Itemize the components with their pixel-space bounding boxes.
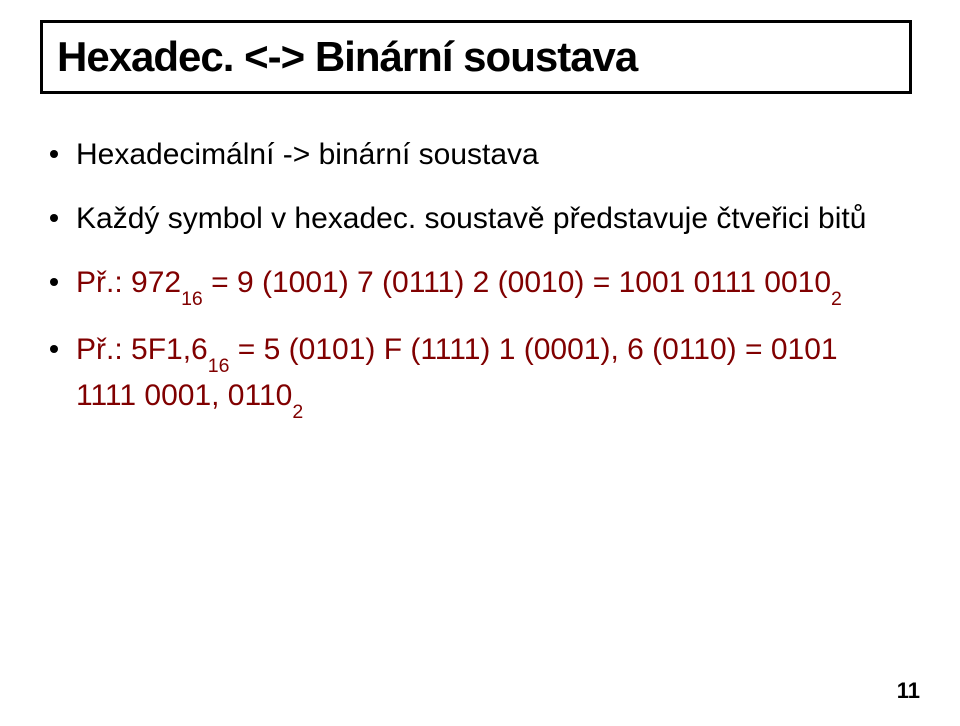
bullet-text: Každý symbol v hexadec. soustavě předsta… [76, 198, 900, 240]
subscript: 16 [181, 288, 203, 310]
example-expansion: = 9 (1001) 7 (0111) 2 (0010) = 1001 0111… [203, 266, 831, 299]
example-value: 5F1,6 [123, 333, 208, 366]
bullet-dot-icon [50, 214, 58, 222]
bullet-item: Př.: 97216 = 9 (1001) 7 (0111) 2 (0010) … [50, 262, 900, 307]
bullet-item: Př.: 5F1,616 = 5 (0101) F (1111) 1 (0001… [50, 329, 900, 420]
example-label: Př.: [76, 266, 123, 299]
example-value: 972 [123, 266, 181, 299]
slide-title: Hexadec. <-> Binární soustava [57, 33, 895, 81]
slide-content: Hexadecimální -> binární soustava Každý … [40, 134, 920, 420]
bullet-dot-icon [50, 150, 58, 158]
subscript: 2 [292, 401, 303, 423]
bullet-dot-icon [50, 278, 58, 286]
example-label: Př.: [76, 333, 123, 366]
bullet-text: Hexadecimální -> binární soustava [76, 134, 900, 176]
bullet-dot-icon [50, 345, 58, 353]
bullet-text: Př.: 5F1,616 = 5 (0101) F (1111) 1 (0001… [76, 329, 900, 420]
subscript: 16 [208, 355, 230, 377]
bullet-item: Každý symbol v hexadec. soustavě předsta… [50, 198, 900, 240]
bullet-item: Hexadecimální -> binární soustava [50, 134, 900, 176]
subscript: 2 [831, 288, 842, 310]
page-number: 11 [897, 678, 920, 704]
bullet-text: Př.: 97216 = 9 (1001) 7 (0111) 2 (0010) … [76, 262, 900, 307]
slide-title-box: Hexadec. <-> Binární soustava [40, 20, 912, 94]
